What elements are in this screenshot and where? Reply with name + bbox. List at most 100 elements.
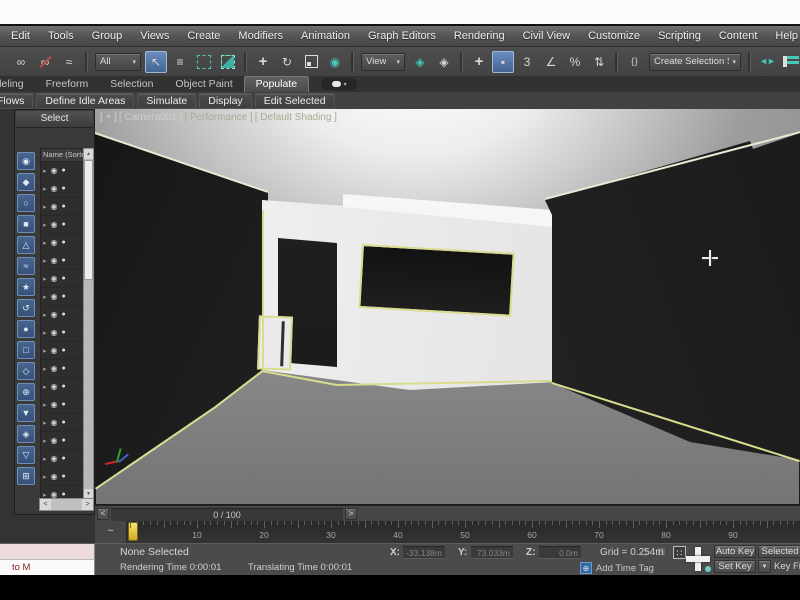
menu-graph-editors[interactable]: Graph Editors	[359, 30, 445, 42]
row-expand-icon[interactable]: ▸	[43, 401, 47, 409]
ribbon-button-flows[interactable]: Flows	[0, 93, 33, 109]
keyboard-override-icon[interactable]: ▪	[492, 51, 514, 73]
coord-z-field[interactable]: 0.0m	[539, 546, 581, 559]
explorer-row[interactable]: ▸◉●	[41, 378, 83, 396]
clipped-left-icon[interactable]: ▸	[0, 51, 8, 73]
mirror-icon[interactable]: ◄►	[756, 51, 778, 73]
previous-frame-button[interactable]: <	[97, 508, 109, 520]
ribbon-button-define-idle-areas[interactable]: Define Idle Areas	[36, 93, 134, 109]
select-and-link-icon[interactable]: ∞	[10, 51, 32, 73]
row-visibility-eye-icon[interactable]: ◉	[51, 382, 58, 391]
scroll-right-icon[interactable]: >	[82, 499, 93, 510]
large-set-key-button[interactable]	[684, 545, 712, 573]
select-and-rotate-icon[interactable]: ↻	[276, 51, 298, 73]
use-selection-center-icon[interactable]: ◈	[433, 51, 455, 73]
row-expand-icon[interactable]: ▸	[43, 329, 47, 337]
viewport-menu-general[interactable]: [ + ]	[100, 112, 117, 123]
explorer-row[interactable]: ▸◉●	[41, 180, 83, 198]
viewport-menu-pov[interactable]: [ Camera001 ]	[119, 112, 182, 123]
viewport-menu-shading[interactable]: [ Default Shading ]	[255, 112, 337, 123]
explorer-row[interactable]: ▸◉●	[41, 414, 83, 432]
explorer-horizontal-scrollbar[interactable]: < >	[39, 498, 94, 511]
explorer-sort-icon[interactable]: ▼	[17, 404, 35, 422]
explorer-display-particles-icon[interactable]: ★	[17, 278, 35, 296]
explorer-display-cameras-icon[interactable]: ■	[17, 215, 35, 233]
row-visibility-eye-icon[interactable]: ◉	[51, 166, 58, 175]
explorer-row[interactable]: ▸◉●	[41, 468, 83, 486]
row-visibility-eye-icon[interactable]: ◉	[51, 202, 58, 211]
row-visibility-eye-icon[interactable]: ◉	[51, 184, 58, 193]
ribbon-button-simulate[interactable]: Simulate	[137, 93, 196, 109]
camera-viewport[interactable]: [ + ] [ Camera001 ] [ Performance ] [ De…	[95, 109, 800, 505]
coord-x-field[interactable]: -33.138m	[403, 546, 445, 559]
set-key-button[interactable]: Set Key	[714, 560, 756, 573]
explorer-row[interactable]: ▸◉●	[41, 396, 83, 414]
viewport-menu-performance[interactable]: [ Performance ]	[184, 112, 252, 123]
row-expand-icon[interactable]: ▸	[43, 275, 47, 283]
explorer-row[interactable]: ▸◉●	[41, 216, 83, 234]
menu-tools[interactable]: Tools	[39, 30, 83, 42]
menu-rendering[interactable]: Rendering	[445, 30, 514, 42]
open-mini-curve-editor-button[interactable]: ~	[95, 521, 127, 543]
explorer-row[interactable]: ▸◉●	[41, 360, 83, 378]
row-visibility-eye-icon[interactable]: ◉	[51, 292, 58, 301]
explorer-display-bones-icon[interactable]: ↺	[17, 299, 35, 317]
key-filter-icon[interactable]: ▼	[758, 560, 771, 573]
row-expand-icon[interactable]: ▸	[43, 437, 47, 445]
select-and-place-icon[interactable]: +	[468, 51, 490, 73]
explorer-display-materials-icon[interactable]: ◈	[17, 425, 35, 443]
select-and-manipulate-icon[interactable]: ◉	[324, 51, 346, 73]
row-expand-icon[interactable]: ▸	[43, 167, 47, 175]
scroll-up-icon[interactable]: ▲	[84, 149, 93, 159]
row-visibility-eye-icon[interactable]: ◉	[51, 220, 58, 229]
row-visibility-eye-icon[interactable]: ◉	[51, 346, 58, 355]
maxscript-macro-recorder[interactable]	[0, 544, 95, 560]
scene-explorer-title[interactable]: Select	[16, 111, 93, 128]
bind-to-spacewarp-icon[interactable]: ≈	[58, 51, 80, 73]
percent-snap-icon[interactable]: %	[564, 51, 586, 73]
ribbon-tab-freeform[interactable]: Freeform	[35, 77, 100, 92]
spinner-snap-icon[interactable]: ⇅	[588, 51, 610, 73]
row-visibility-eye-icon[interactable]: ◉	[51, 472, 58, 481]
explorer-row[interactable]: ▸◉●	[41, 432, 83, 450]
explorer-row[interactable]: ▸◉●	[41, 288, 83, 306]
explorer-row[interactable]: ▸◉●	[41, 306, 83, 324]
explorer-display-xrefs-icon[interactable]: ◇	[17, 362, 35, 380]
ribbon-button-display[interactable]: Display	[199, 93, 251, 109]
unlink-selection-icon[interactable]: ∞	[34, 51, 56, 73]
explorer-display-lights-icon[interactable]: ○	[17, 194, 35, 212]
row-expand-icon[interactable]: ▸	[43, 473, 47, 481]
timeline-ruler[interactable]: 102030405060708090	[127, 521, 800, 543]
auto-key-button[interactable]: Auto Key	[714, 545, 756, 558]
selection-filter-dropdown[interactable]: All▾	[95, 53, 141, 71]
menu-modifiers[interactable]: Modifiers	[229, 30, 292, 42]
row-expand-icon[interactable]: ▸	[43, 257, 47, 265]
explorer-row[interactable]: ▸◉●	[41, 324, 83, 342]
selection-set-dropdown[interactable]: Create Selection Se▾	[649, 53, 741, 71]
row-visibility-eye-icon[interactable]: ◉	[51, 238, 58, 247]
ribbon-tab-populate[interactable]: Populate	[244, 76, 309, 92]
menu-edit[interactable]: Edit	[2, 30, 39, 42]
row-expand-icon[interactable]: ▸	[43, 221, 47, 229]
explorer-filter-icon[interactable]: ⊞	[17, 467, 35, 485]
menu-customize[interactable]: Customize	[579, 30, 649, 42]
use-pivot-point-icon[interactable]: ◈	[409, 51, 431, 73]
row-visibility-eye-icon[interactable]: ◉	[51, 310, 58, 319]
coord-y-field[interactable]: 73.033m	[471, 546, 513, 559]
explorer-row[interactable]: ▸◉●	[41, 270, 83, 288]
row-visibility-eye-icon[interactable]: ◉	[51, 364, 58, 373]
explorer-row[interactable]: ▸◉●	[41, 234, 83, 252]
explorer-row[interactable]: ▸◉●	[41, 342, 83, 360]
next-frame-button[interactable]: >	[345, 508, 357, 520]
ribbon-button-edit-selected[interactable]: Edit Selected	[255, 93, 335, 109]
explorer-display-shapes-icon[interactable]: ◆	[17, 173, 35, 191]
menu-civil-view[interactable]: Civil View	[514, 30, 579, 42]
scroll-left-icon[interactable]: <	[40, 499, 51, 510]
rect-selection-region-icon[interactable]	[193, 51, 215, 73]
row-visibility-eye-icon[interactable]: ◉	[51, 274, 58, 283]
explorer-row[interactable]: ▸◉●	[41, 252, 83, 270]
row-visibility-eye-icon[interactable]: ◉	[51, 436, 58, 445]
explorer-vertical-scrollbar[interactable]: ▲ ▼	[83, 148, 94, 500]
row-expand-icon[interactable]: ▸	[43, 203, 47, 211]
snap-3d-icon[interactable]: 3	[516, 51, 538, 73]
